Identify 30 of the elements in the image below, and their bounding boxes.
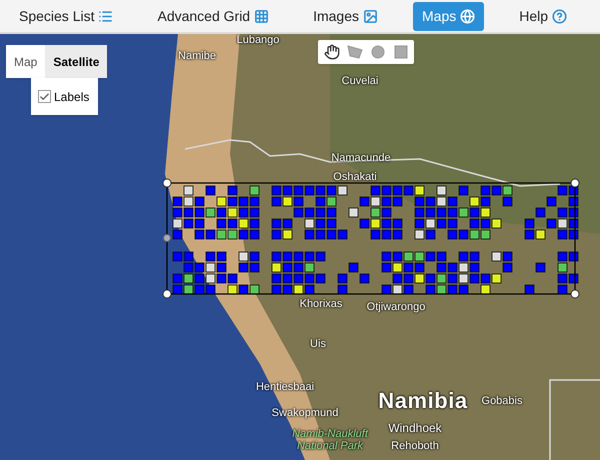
place-label: Rehoboth [391, 439, 439, 454]
place-label: Gobabis [482, 394, 522, 409]
rectangle-icon [394, 45, 408, 59]
place-label: Lubango [236, 34, 280, 48]
list-icon [98, 8, 114, 24]
nav-tab[interactable]: Species List [10, 2, 122, 30]
nav-tab[interactable]: Maps [413, 2, 484, 30]
place-label: Oshakati [333, 170, 377, 185]
place-label: Uis [310, 337, 326, 352]
place-label: Windhoek [388, 420, 442, 437]
labels-option-label: Labels [54, 88, 90, 106]
globe-icon [460, 8, 476, 24]
map-type-tab[interactable]: Satellite [45, 45, 108, 78]
place-label: Otjiwarongo [366, 300, 426, 315]
nav-tab[interactable]: Images [304, 2, 388, 30]
help-icon [552, 8, 568, 24]
place-label: Namibia [378, 387, 468, 415]
place-label: Cuvelai [342, 74, 378, 89]
place-label: Swakopmund [272, 406, 338, 421]
nav-tab[interactable]: Advanced Grid [148, 2, 278, 30]
labels-checkbox[interactable] [38, 90, 51, 103]
place-label: Khorixas [300, 297, 342, 312]
image-icon [363, 8, 378, 24]
polygon-icon [346, 45, 362, 59]
nav-tab[interactable]: Help [510, 2, 576, 30]
grid-icon [254, 8, 270, 24]
place-label: Namibe [178, 49, 216, 64]
hand-icon [324, 44, 340, 60]
circle-icon [370, 45, 384, 59]
map-type-tab[interactable]: Map [6, 45, 46, 78]
